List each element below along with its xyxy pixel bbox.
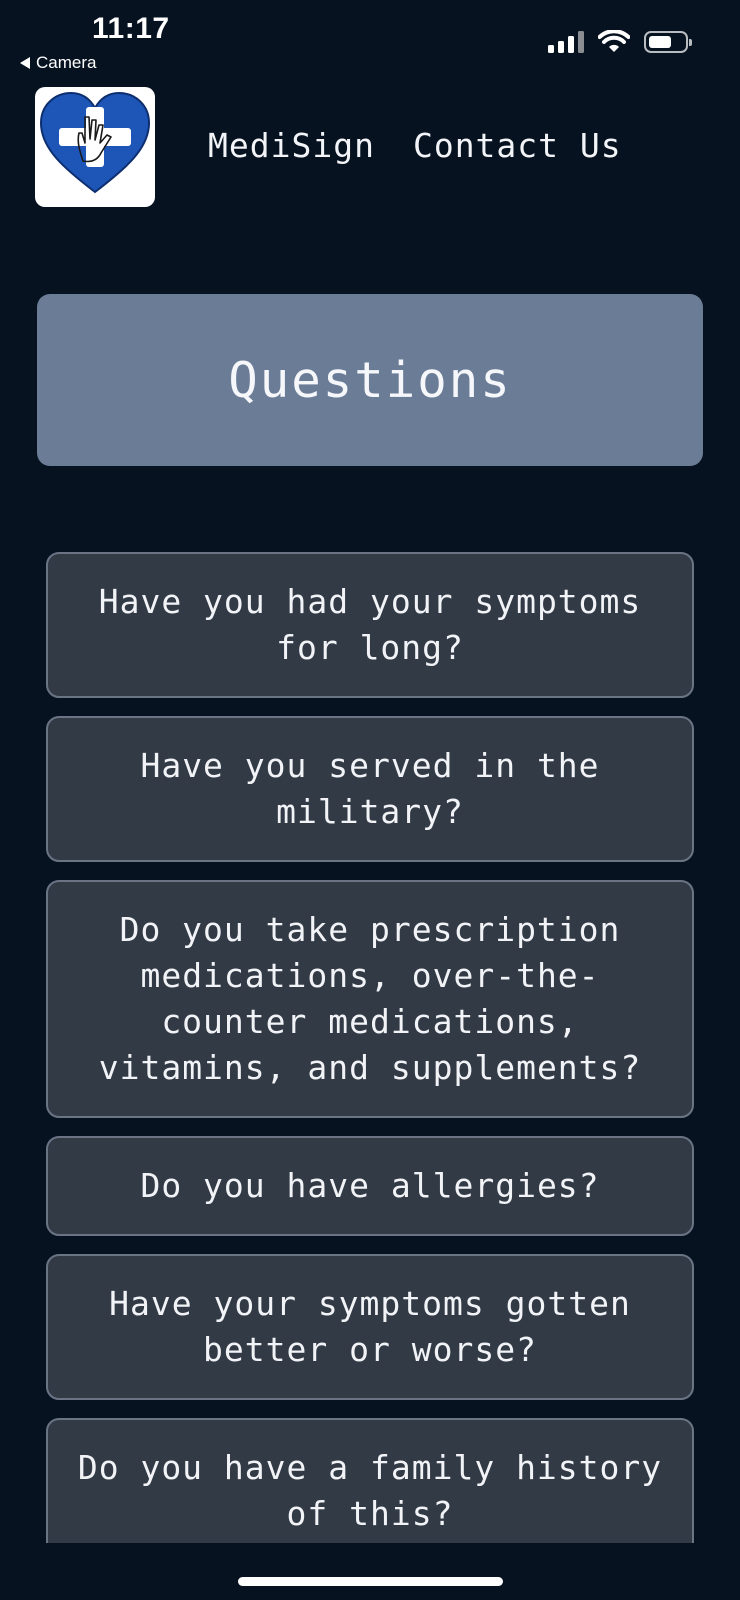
question-text: Have you served in the military? <box>140 746 600 831</box>
bottom-safe-area <box>0 1543 740 1600</box>
question-text: Do you have allergies? <box>140 1166 600 1205</box>
back-label: Camera <box>36 53 97 72</box>
nav-medisign[interactable]: MediSign <box>208 126 375 165</box>
question-text: Do you take prescription medications, ov… <box>98 910 642 1087</box>
page-title: Questions <box>228 351 512 409</box>
page-title-box: Questions <box>37 294 703 466</box>
home-indicator[interactable] <box>238 1577 503 1586</box>
question-card[interactable]: Have your symptoms gotten better or wors… <box>46 1254 694 1400</box>
back-to-camera-link[interactable]: Camera <box>20 53 96 73</box>
question-text: Have your symptoms gotten better or wors… <box>109 1284 631 1369</box>
question-card[interactable]: Have you served in the military? <box>46 716 694 862</box>
question-text: Do you have a family history of this? <box>77 1448 663 1533</box>
top-nav: MediSign Contact Us <box>208 126 622 165</box>
status-icons <box>548 30 692 54</box>
heart-cross-hand-icon <box>39 91 151 194</box>
question-card[interactable]: Do you take prescription medications, ov… <box>46 880 694 1118</box>
back-arrow-icon <box>20 57 30 69</box>
question-text: Have you had your symptoms for long? <box>98 582 642 667</box>
status-time: 11:17 <box>92 12 170 45</box>
question-card[interactable]: Do you have allergies? <box>46 1136 694 1236</box>
medisign-logo[interactable] <box>35 87 155 207</box>
cellular-signal-icon <box>548 31 584 53</box>
battery-icon <box>644 31 692 53</box>
nav-contact-us[interactable]: Contact Us <box>413 126 622 165</box>
wifi-icon <box>598 30 630 52</box>
question-card[interactable]: Have you had your symptoms for long? <box>46 552 694 698</box>
